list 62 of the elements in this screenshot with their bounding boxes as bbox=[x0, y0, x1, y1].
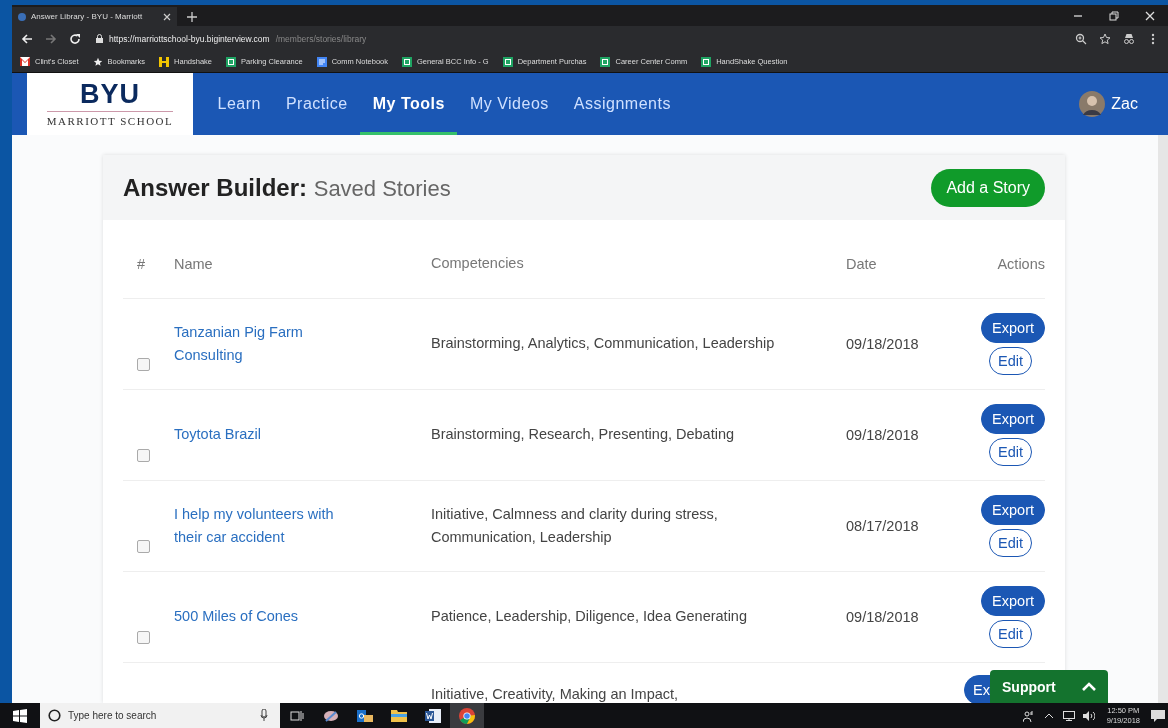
actions-column-header: Actions bbox=[997, 256, 1045, 272]
competencies-text: Brainstorming, Analytics, Communication, Leadership bbox=[431, 334, 775, 354]
checkbox[interactable] bbox=[137, 358, 150, 371]
browser-tab[interactable]: Answer Library - BYU - Marriott bbox=[12, 7, 177, 26]
name-column-header: Name bbox=[174, 256, 213, 272]
sheet-icon bbox=[502, 56, 513, 67]
taskbar-search-field[interactable]: Type here to search bbox=[40, 703, 280, 728]
story-link[interactable]: Tanzanian Pig Farm Consulting bbox=[174, 320, 359, 368]
edit-button[interactable]: Edit bbox=[989, 438, 1032, 466]
competencies-text: Brainstorming, Research, Presenting, Debating bbox=[431, 425, 735, 445]
sheet-icon bbox=[600, 56, 611, 67]
sheet-icon bbox=[701, 56, 712, 67]
story-link[interactable]: 500 Miles of Cones bbox=[174, 605, 299, 629]
export-button[interactable]: Export bbox=[981, 586, 1045, 616]
checkbox[interactable] bbox=[137, 449, 150, 462]
competencies-text: Initiative, Creativity, Making an Impact, bbox=[431, 685, 679, 703]
chevron-up-icon bbox=[1082, 682, 1096, 691]
date-text: 09/18/2018 bbox=[846, 336, 919, 352]
chrome-icon[interactable] bbox=[450, 703, 484, 728]
date-text: 08/17/2018 bbox=[846, 518, 919, 534]
export-button[interactable]: Export bbox=[981, 404, 1045, 434]
lock-icon bbox=[96, 34, 103, 43]
avatar-icon[interactable] bbox=[1079, 91, 1106, 117]
date-text: 09/18/2018 bbox=[846, 427, 919, 443]
number-column-header: # bbox=[137, 256, 146, 272]
date-column-header: Date bbox=[846, 256, 877, 272]
support-button[interactable]: Support bbox=[990, 670, 1108, 703]
sheet-icon bbox=[226, 56, 236, 67]
page-title: Answer Builder: Saved Stories bbox=[123, 173, 451, 202]
edit-button[interactable]: Edit bbox=[989, 347, 1032, 375]
document-icon bbox=[316, 56, 327, 67]
add-story-button[interactable]: Add a Story bbox=[931, 168, 1045, 207]
story-link[interactable]: Toytota Brazil bbox=[174, 423, 262, 447]
edit-button[interactable]: Edit bbox=[989, 529, 1032, 557]
tab-title: Answer Library - BYU - Marriott bbox=[31, 12, 144, 21]
export-button[interactable]: Ex bbox=[964, 675, 991, 703]
new-tab-icon[interactable] bbox=[187, 12, 197, 22]
mail-icon bbox=[20, 57, 30, 66]
scrollbar[interactable] bbox=[1158, 135, 1168, 703]
competencies-text: Initiative, Calmness and clarity during stress, Communication, Leadership bbox=[431, 504, 719, 547]
nav-link[interactable]: Assignments bbox=[561, 73, 684, 135]
edit-button[interactable]: Edit bbox=[989, 620, 1032, 648]
nav-link[interactable]: Practice bbox=[273, 73, 361, 135]
competencies-text: Patience, Leadership, Diligence, Idea Generating bbox=[431, 607, 747, 627]
story-link[interactable]: I help my volunteers with their car accident bbox=[174, 502, 359, 550]
nav-link[interactable]: My Videos bbox=[457, 73, 562, 135]
export-button[interactable]: Export bbox=[981, 313, 1045, 343]
nav-link[interactable]: Learn bbox=[205, 73, 274, 135]
checkbox[interactable] bbox=[137, 540, 150, 553]
handshake-icon bbox=[159, 56, 170, 67]
notification-icon[interactable] bbox=[1148, 709, 1168, 722]
close-icon[interactable] bbox=[163, 12, 171, 21]
microphone-icon[interactable] bbox=[260, 709, 268, 721]
sheet-icon bbox=[402, 56, 412, 67]
search-icon bbox=[48, 709, 61, 722]
date-text: 09/18/2018 bbox=[846, 609, 919, 625]
logo[interactable]: BYU MARRIOTT SCHOOL bbox=[27, 73, 193, 135]
export-button[interactable]: Export bbox=[981, 495, 1045, 525]
competencies-column-header: Competencies bbox=[431, 254, 524, 274]
star-icon bbox=[92, 56, 103, 67]
user-name[interactable]: Zac bbox=[1111, 95, 1138, 113]
checkbox[interactable] bbox=[137, 631, 150, 644]
